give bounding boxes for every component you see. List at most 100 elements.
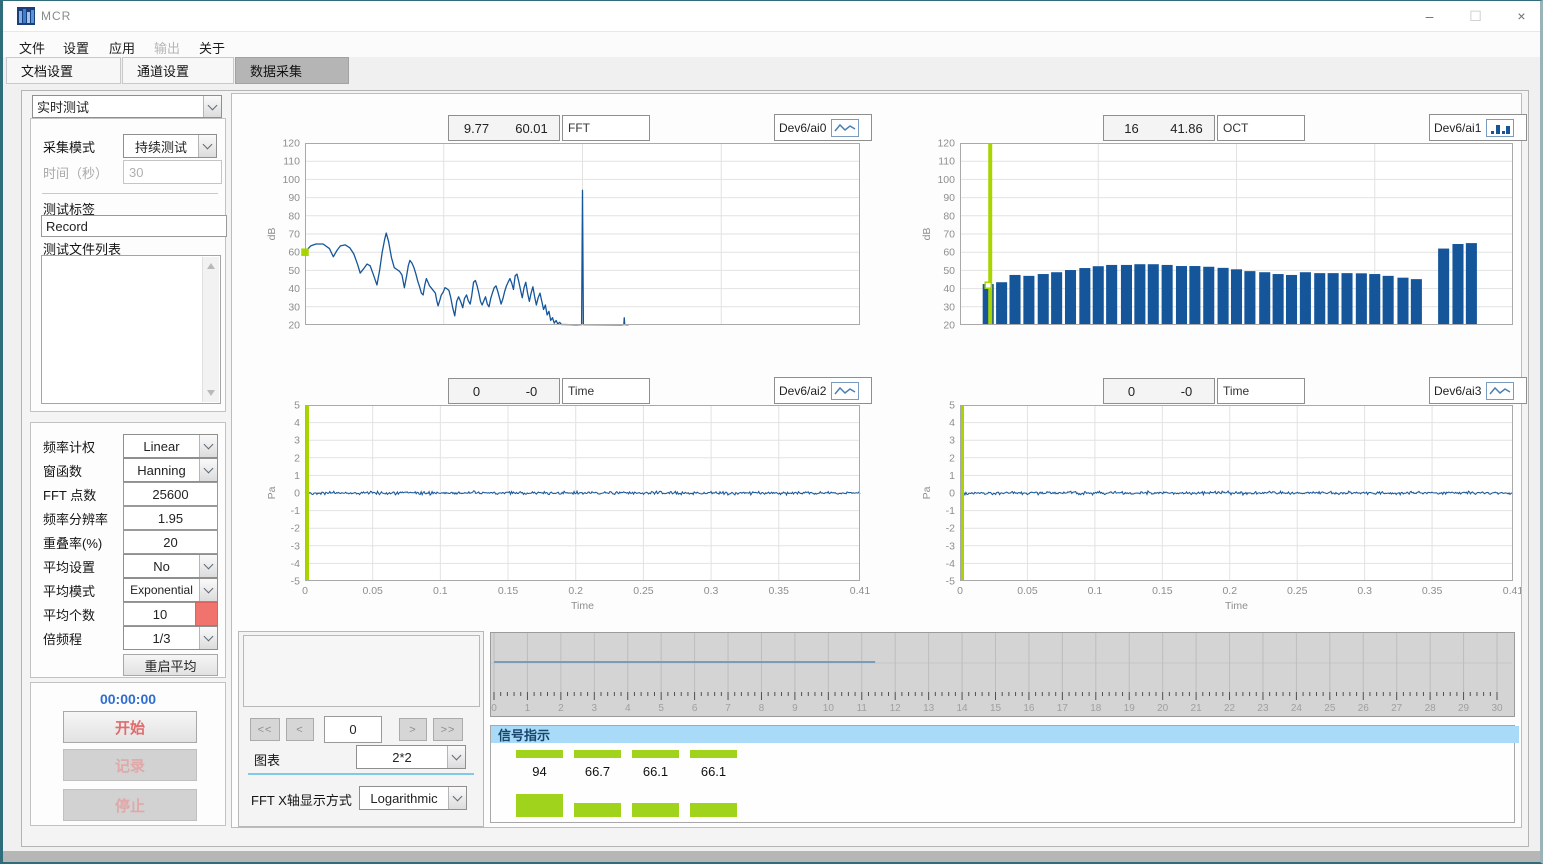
svg-text:2: 2 (949, 452, 955, 464)
tab-channel-settings[interactable]: 通道设置 (122, 57, 234, 84)
record-button: 记录 (63, 749, 197, 781)
svg-text:0.15: 0.15 (498, 585, 519, 597)
svg-text:0.41: 0.41 (850, 585, 871, 597)
svg-text:1: 1 (949, 470, 955, 482)
svg-text:90: 90 (943, 192, 955, 204)
chevron-down-icon (203, 96, 221, 117)
chevron-down-icon (199, 579, 217, 601)
restart-average-button[interactable]: 重启平均 (123, 654, 218, 676)
scroll-up-icon[interactable] (207, 263, 215, 269)
freq-resolution-input[interactable]: 1.95 (123, 506, 218, 530)
svg-text:100000: 100000 (842, 329, 873, 331)
nav-index-input[interactable]: 0 (324, 716, 382, 743)
chart-layout-select[interactable]: 2*2 (356, 745, 466, 769)
svg-text:0: 0 (302, 585, 308, 597)
menu-settings[interactable]: 设置 (59, 36, 93, 59)
svg-text:5: 5 (658, 703, 664, 714)
close-button[interactable]: × (1499, 1, 1543, 31)
svg-text:1: 1 (294, 470, 300, 482)
signal-peak-bar (574, 750, 621, 758)
test-tag-input[interactable]: Record (41, 215, 227, 237)
fft-xaxis-select[interactable]: Logarithmic (359, 786, 467, 810)
svg-text:0.3: 0.3 (1357, 585, 1372, 597)
svg-text:6: 6 (692, 703, 698, 714)
avg-mode-select[interactable]: Exponential (123, 578, 218, 602)
nav-first-button[interactable]: << (250, 718, 280, 741)
svg-text:-5: -5 (291, 576, 300, 588)
menu-output: 输出 (150, 36, 184, 59)
svg-text:14: 14 (957, 703, 969, 714)
svg-text:100000: 100000 (1495, 329, 1521, 331)
maximize-button[interactable]: ☐ (1453, 1, 1498, 31)
minimize-button[interactable]: – (1407, 1, 1452, 31)
run-groupbox: 00:00:00 开始 记录 停止 (30, 682, 226, 826)
chevron-down-icon (447, 746, 465, 768)
svg-text:0.25: 0.25 (633, 585, 654, 597)
chevron-down-icon (198, 135, 216, 157)
window-func-select[interactable]: Hanning (123, 458, 218, 482)
tab-document-settings[interactable]: 文档设置 (6, 57, 121, 84)
divider (248, 773, 474, 775)
svg-text:90: 90 (288, 192, 300, 204)
svg-text:4: 4 (949, 417, 955, 429)
status-box (243, 635, 480, 707)
listbox-scrollbar[interactable] (202, 257, 219, 402)
freq-weighting-select[interactable]: Linear (123, 434, 218, 458)
time3-chart-panel: 0 -0 Time Dev6/ai3 -5-4-3-2-101234500.05… (885, 376, 1521, 628)
svg-text:30: 30 (1491, 703, 1503, 714)
chevron-down-icon (199, 435, 217, 457)
avg-count-input[interactable]: 10 (123, 602, 197, 626)
svg-text:0.2: 0.2 (1222, 585, 1237, 597)
oct-plot[interactable]: 2030405060708090100110120101001000100001… (885, 95, 1521, 336)
fft-plot[interactable]: 2030405060708090100110120101001000100001… (233, 95, 873, 336)
svg-text:100: 100 (282, 174, 300, 186)
svg-text:-2: -2 (291, 523, 300, 535)
svg-text:100: 100 (937, 174, 955, 186)
svg-text:4: 4 (294, 417, 300, 429)
svg-text:70: 70 (288, 229, 300, 241)
avg-setting-label: 平均设置 (43, 557, 95, 576)
overlap-input[interactable]: 20 (123, 530, 218, 554)
svg-text:Time: Time (1225, 600, 1248, 612)
menu-apply[interactable]: 应用 (105, 36, 139, 59)
menu-file[interactable]: 文件 (15, 36, 49, 59)
start-button[interactable]: 开始 (63, 711, 197, 743)
timeline-ruler[interactable]: 0123456789101112131415161718192021222324… (490, 632, 1515, 717)
svg-text:0.35: 0.35 (1422, 585, 1443, 597)
svg-text:50: 50 (288, 265, 300, 277)
acq-mode-select[interactable]: 持续测试 (123, 134, 217, 158)
octave-select[interactable]: 1/3 (123, 626, 218, 650)
svg-text:0: 0 (491, 703, 497, 714)
fft-points-input[interactable]: 25600 (123, 482, 218, 506)
tab-bar: 文档设置 通道设置 数据采集 (3, 57, 1540, 86)
svg-text:-5: -5 (946, 576, 955, 588)
time2-plot[interactable]: -5-4-3-2-101234500.050.10.150.20.250.30.… (233, 376, 873, 631)
menu-about[interactable]: 关于 (195, 36, 229, 59)
svg-text:23: 23 (1257, 703, 1269, 714)
tab-data-acquisition[interactable]: 数据采集 (235, 57, 349, 84)
svg-text:10: 10 (954, 329, 966, 331)
display-control-panel: << < 0 > >> 图表 2*2 FFT X轴显示方式 Logarithmi… (238, 631, 484, 827)
svg-text:0.05: 0.05 (1017, 585, 1038, 597)
avg-count-label: 平均个数 (43, 605, 95, 624)
stop-button: 停止 (63, 789, 197, 821)
nav-next-button[interactable]: > (399, 718, 427, 741)
svg-text:120: 120 (282, 138, 300, 150)
time3-plot[interactable]: -5-4-3-2-101234500.050.10.150.20.250.30.… (885, 376, 1521, 631)
signal-level-bar (574, 803, 621, 817)
nav-last-button[interactable]: >> (433, 718, 463, 741)
acq-time-input[interactable]: 30 (123, 160, 222, 184)
nav-prev-button[interactable]: < (286, 718, 314, 741)
signal-level-value: 66.7 (574, 764, 621, 779)
acq-mode-label: 采集模式 (43, 137, 95, 156)
signal-level-value: 66.1 (632, 764, 679, 779)
avg-setting-select[interactable]: No (123, 554, 218, 578)
signal-level-bar (632, 803, 679, 817)
svg-text:-1: -1 (291, 505, 300, 517)
time2-chart-panel: 0 -0 Time Dev6/ai2 -5-4-3-2-101234500.05… (233, 376, 873, 628)
svg-text:0.1: 0.1 (1088, 585, 1103, 597)
test-mode-select[interactable]: 实时测试 (32, 95, 222, 118)
scroll-down-icon[interactable] (207, 390, 215, 396)
svg-text:1: 1 (525, 703, 531, 714)
test-file-listbox[interactable] (41, 255, 221, 404)
